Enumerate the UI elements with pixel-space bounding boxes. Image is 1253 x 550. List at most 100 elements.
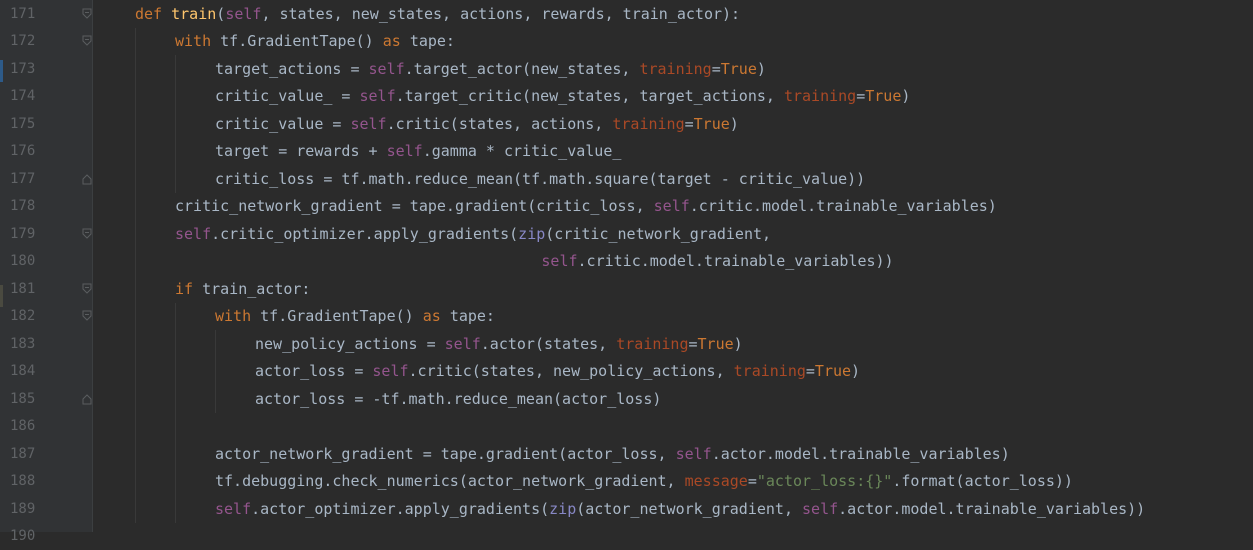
fold-open-icon[interactable] — [80, 7, 94, 21]
fold-open-icon[interactable] — [80, 34, 94, 48]
code-token: .target_critic(new_states, target_action… — [396, 87, 784, 105]
keyword-token: True — [694, 115, 730, 133]
code-editor[interactable]: 171def train(self, states, new_states, a… — [0, 0, 1253, 532]
keyword-token: with — [175, 32, 220, 50]
fold-close-icon[interactable] — [80, 172, 94, 186]
line-code[interactable]: self.critic.model.trainable_variables)) — [135, 252, 894, 270]
line-code[interactable]: actor_loss = self.critic(states, new_pol… — [255, 362, 860, 380]
line-number: 180 — [0, 253, 44, 269]
line-code[interactable]: def train(self, states, new_states, acti… — [135, 5, 740, 23]
line-code[interactable]: self.actor_optimizer.apply_gradients(zip… — [215, 500, 1145, 518]
keyword-token: True — [721, 60, 757, 78]
keyword-token: as — [383, 32, 410, 50]
line-code[interactable]: tf.debugging.check_numerics(actor_networ… — [215, 472, 1073, 490]
line-code[interactable]: with tf.GradientTape() as tape: — [215, 307, 495, 325]
line-code[interactable]: actor_loss = -tf.math.reduce_mean(actor_… — [255, 390, 661, 408]
line-number: 173 — [0, 61, 44, 77]
line-number: 178 — [0, 198, 44, 214]
line-code[interactable]: critic_value_ = self.target_critic(new_s… — [215, 87, 910, 105]
line-number: 190 — [0, 528, 44, 544]
code-token: = — [748, 472, 757, 490]
line-number: 176 — [0, 143, 44, 159]
line-number: 181 — [0, 281, 44, 297]
line-code[interactable]: target = rewards + self.gamma * critic_v… — [215, 142, 621, 160]
code-line[interactable]: 175critic_value = self.critic(states, ac… — [0, 110, 1253, 138]
keyword-argument-token: training — [734, 362, 806, 380]
line-number: 187 — [0, 446, 44, 462]
keyword-token: with — [215, 307, 260, 325]
line-number: 172 — [0, 33, 44, 49]
self-token: self — [175, 225, 211, 243]
code-token: , states, new_states, actions, rewards, … — [261, 5, 740, 23]
line-code[interactable]: critic_network_gradient = tape.gradient(… — [175, 197, 997, 215]
code-line[interactable]: 184 actor_loss = self.critic(states, new_… — [0, 358, 1253, 386]
code-token: critic_network_gradient = tape.gradient(… — [175, 197, 654, 215]
code-token: critic_value_ = — [215, 87, 360, 105]
line-code[interactable]: critic_loss = tf.math.reduce_mean(tf.mat… — [215, 170, 865, 188]
code-token: ) — [851, 362, 860, 380]
code-line[interactable]: 180 self.critic.model.trainable_variable… — [0, 248, 1253, 276]
code-line[interactable]: 189 self.actor_optimizer.apply_gradients(… — [0, 495, 1253, 523]
code-line[interactable]: 181 if train_actor: — [0, 275, 1253, 303]
line-number: 184 — [0, 363, 44, 379]
line-code[interactable]: self.critic_optimizer.apply_gradients(zi… — [175, 225, 771, 243]
code-token: .format(actor_loss)) — [892, 472, 1073, 490]
code-token: .critic.model.trainable_variables)) — [578, 252, 894, 270]
code-token: ) — [901, 87, 910, 105]
code-token: actor_loss = — [255, 362, 372, 380]
string-token: "actor_loss:{}" — [757, 472, 892, 490]
fold-open-icon[interactable] — [80, 282, 94, 296]
line-number: 177 — [0, 171, 44, 187]
code-token: critic_value = — [215, 115, 350, 133]
line-code[interactable]: new_policy_actions = self.actor(states, … — [255, 335, 743, 353]
code-line[interactable]: 187 actor_network_gradient = tape.gradien… — [0, 440, 1253, 468]
code-line[interactable]: 182with tf.GradientTape() as tape: — [0, 303, 1253, 331]
code-line[interactable]: 190 — [0, 523, 1253, 550]
code-line[interactable]: 174critic_value_ = self.target_critic(ne… — [0, 83, 1253, 111]
code-token: tf.GradientTape() — [220, 32, 383, 50]
code-token: tape: — [450, 307, 495, 325]
code-line[interactable]: 171def train(self, states, new_states, a… — [0, 0, 1253, 28]
self-token: self — [215, 500, 251, 518]
builtin-token: zip — [549, 500, 576, 518]
code-line[interactable]: 176 target = rewards + self.gamma * criti… — [0, 138, 1253, 166]
code-token: = — [689, 335, 698, 353]
code-token: new_policy_actions = — [255, 335, 445, 353]
fold-open-icon[interactable] — [80, 309, 94, 323]
code-token: .critic.model.trainable_variables) — [690, 197, 997, 215]
code-token: .actor.model.trainable_variables) — [712, 445, 1010, 463]
code-line[interactable]: 177 critic_loss = tf.math.reduce_mean(tf.… — [0, 165, 1253, 193]
line-code[interactable]: actor_network_gradient = tape.gradient(a… — [215, 445, 1010, 463]
code-token: actor_network_gradient = tape.gradient(a… — [215, 445, 676, 463]
code-line[interactable]: 172 with tf.GradientTape() as tape: — [0, 28, 1253, 56]
fold-close-icon[interactable] — [80, 392, 94, 406]
code-line[interactable]: 185 actor_loss = -tf.math.reduce_mean(act… — [0, 385, 1253, 413]
line-number: 185 — [0, 391, 44, 407]
keyword-token: if — [175, 280, 202, 298]
self-token: self — [445, 335, 481, 353]
code-token: actor_loss = -tf.math.reduce_mean(actor_… — [255, 390, 661, 408]
code-line[interactable]: 178 critic_network_gradient = tape.gradie… — [0, 193, 1253, 221]
code-token: ) — [730, 115, 739, 133]
code-token: target = rewards + — [215, 142, 387, 160]
code-token: ( — [216, 5, 225, 23]
change-marker — [0, 285, 3, 307]
line-code[interactable]: with tf.GradientTape() as tape: — [175, 32, 455, 50]
code-token: = — [806, 362, 815, 380]
code-line[interactable]: 179self.critic_optimizer.apply_gradients… — [0, 220, 1253, 248]
line-code[interactable]: target_actions = self.target_actor(new_s… — [215, 60, 766, 78]
line-code[interactable]: if train_actor: — [175, 280, 310, 298]
line-number: 189 — [0, 501, 44, 517]
code-token: = — [712, 60, 721, 78]
self-token: self — [541, 252, 577, 270]
line-number: 186 — [0, 418, 44, 434]
code-line[interactable]: 183new_policy_actions = self.actor(state… — [0, 330, 1253, 358]
fold-open-icon[interactable] — [80, 227, 94, 241]
line-code[interactable]: critic_value = self.critic(states, actio… — [215, 115, 739, 133]
builtin-token: zip — [518, 225, 545, 243]
code-token: tape: — [410, 32, 455, 50]
code-token: .critic_optimizer.apply_gradients( — [211, 225, 518, 243]
code-line[interactable]: 186 — [0, 413, 1253, 441]
code-line[interactable]: 188tf.debugging.check_numerics(actor_net… — [0, 468, 1253, 496]
code-line[interactable]: 173 target_actions = self.target_actor(ne… — [0, 55, 1253, 83]
